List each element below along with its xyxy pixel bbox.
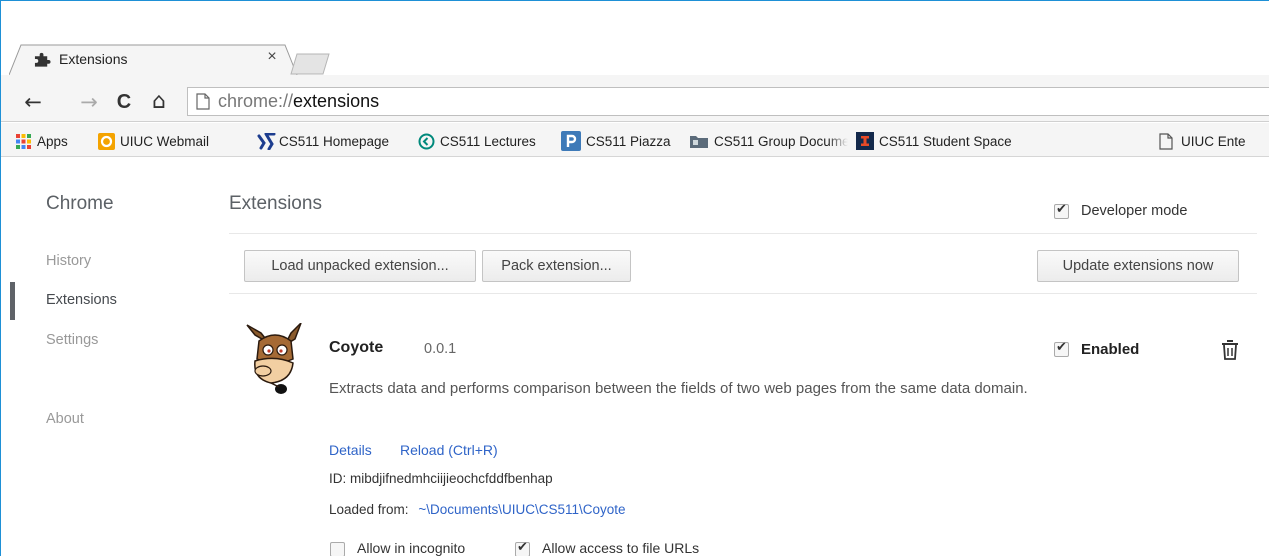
- allow-file-urls-checkbox[interactable]: [515, 540, 530, 556]
- puzzle-icon: [34, 52, 51, 67]
- enabled-checkbox[interactable]: [1054, 340, 1069, 357]
- sidebar-item-settings[interactable]: Settings: [46, 332, 98, 348]
- enabled-label[interactable]: Enabled: [1081, 341, 1139, 358]
- active-tab-shape[interactable]: [9, 44, 299, 76]
- bookmark-label: UIUC Ente: [1181, 133, 1246, 149]
- extension-description: Extracts data and performs comparison be…: [329, 380, 1028, 397]
- page-icon: [1159, 132, 1176, 150]
- url-host: extensions: [293, 91, 380, 111]
- sidebar-title: Chrome: [46, 193, 114, 214]
- coyote-extension-icon: [246, 323, 302, 394]
- folder-icon: [689, 133, 709, 150]
- piazza-icon: [561, 131, 581, 151]
- apps-grid-icon: [15, 133, 32, 150]
- extension-version: 0.0.1: [424, 341, 457, 357]
- browser-window: Extensions × ← → C ⌂ chrome://extensions…: [0, 0, 1269, 556]
- bookmark-cs511-piazza[interactable]: CS511 Piazza: [561, 129, 671, 153]
- details-link[interactable]: Details: [329, 442, 372, 458]
- forward-button[interactable]: →: [76, 89, 102, 115]
- toolbar-divider: [229, 293, 1257, 294]
- home-button[interactable]: ⌂: [146, 89, 172, 115]
- trash-icon[interactable]: [1221, 339, 1239, 361]
- bookmark-label: CS511 Lectures: [440, 133, 536, 149]
- loaded-from-label: Loaded from:: [329, 502, 409, 517]
- loaded-from: Loaded from: ~\Documents\UIUC\CS511\Coyo…: [329, 502, 626, 517]
- reload-button[interactable]: C: [111, 89, 137, 115]
- sidebar-item-about[interactable]: About: [46, 411, 84, 427]
- update-extensions-button[interactable]: Update extensions now: [1037, 250, 1239, 282]
- sidebar-active-marker: [10, 282, 15, 320]
- xing-icon: [257, 132, 276, 150]
- url-scheme: chrome://: [218, 91, 294, 111]
- allow-incognito-label[interactable]: Allow in incognito: [357, 540, 465, 556]
- illinois-icon: [856, 132, 874, 150]
- address-text[interactable]: chrome://extensions: [218, 91, 379, 112]
- bookmark-label: Apps: [37, 133, 68, 149]
- new-tab-button[interactable]: [289, 52, 333, 76]
- developer-mode-label[interactable]: Developer mode: [1081, 203, 1187, 219]
- header-divider: [229, 233, 1257, 234]
- bookmark-label: CS511 Piazza: [586, 133, 671, 149]
- play-circle-icon: [418, 133, 435, 150]
- bookmark-label: CS511 Homepage: [279, 133, 390, 149]
- extension-id: ID: mibdjifnedmhciijieochcfddfbenhap: [329, 471, 553, 486]
- reload-link[interactable]: Reload (Ctrl+R): [400, 442, 498, 458]
- bookmark-label: CS511 Student Space: [879, 133, 1012, 149]
- back-button[interactable]: ←: [20, 89, 46, 115]
- outlook-icon: [98, 132, 115, 150]
- bookmark-cs511-group-docs[interactable]: CS511 Group Docume: [689, 129, 848, 153]
- pack-extension-button[interactable]: Pack extension...: [482, 250, 631, 282]
- sidebar-item-history[interactable]: History: [46, 253, 91, 269]
- page-title: Extensions: [229, 193, 322, 214]
- load-unpacked-button[interactable]: Load unpacked extension...: [244, 250, 476, 282]
- bookmark-label: UIUC Webmail: [120, 133, 210, 149]
- bookmark-cs511-lectures[interactable]: CS511 Lectures: [418, 129, 536, 153]
- allow-incognito-checkbox[interactable]: [330, 542, 345, 556]
- bookmark-cs511-homepage[interactable]: CS511 Homepage: [257, 129, 389, 153]
- bookmark-uiuc-ente[interactable]: UIUC Ente: [1159, 129, 1246, 153]
- allow-file-urls-label[interactable]: Allow access to file URLs: [542, 540, 699, 556]
- bookmark-uiuc-webmail[interactable]: UIUC Webmail: [98, 129, 209, 153]
- bookmark-apps[interactable]: Apps: [15, 129, 68, 153]
- extension-name: Coyote: [329, 339, 384, 356]
- tab-close-icon[interactable]: ×: [263, 48, 281, 66]
- bookmark-label: CS511 Group Docume: [714, 133, 848, 149]
- bookmark-cs511-student-space[interactable]: CS511 Student Space: [856, 129, 1012, 153]
- loaded-from-path[interactable]: ~\Documents\UIUC\CS511\Coyote: [418, 502, 625, 517]
- sidebar-item-extensions[interactable]: Extensions: [46, 292, 117, 308]
- tab-title[interactable]: Extensions: [59, 51, 127, 67]
- page-icon: [196, 93, 210, 110]
- developer-mode-checkbox[interactable]: [1054, 202, 1069, 219]
